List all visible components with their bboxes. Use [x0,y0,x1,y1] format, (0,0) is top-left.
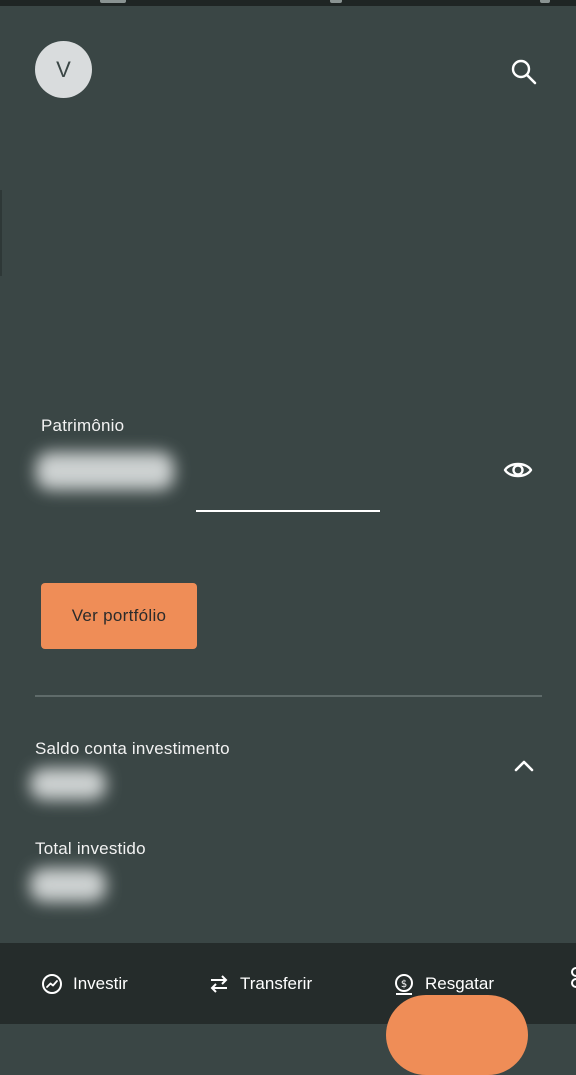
view-portfolio-button[interactable]: Ver portfólio [41,583,197,649]
search-icon [511,59,537,85]
investment-balance-value-hidden [30,768,106,800]
svg-text:$: $ [401,979,407,990]
dollar-withdraw-icon: $ [393,973,415,995]
divider [35,695,542,697]
swap-arrows-icon [208,973,230,995]
avatar-initial: V [56,56,71,82]
status-bar-fragment [540,0,550,3]
total-invested-value-hidden [30,868,106,902]
wealth-label: Patrimônio [41,416,125,435]
floating-action-button[interactable] [386,995,528,1075]
nav-label: Transferir [240,974,313,993]
wealth-value-hidden [36,452,174,490]
collapse-button[interactable] [506,750,542,782]
nav-label: Resgatar [425,974,494,993]
status-bar-fragment [330,0,342,3]
carousel-indicator [196,510,380,512]
eye-icon [503,462,533,478]
chevron-up-icon [514,760,534,772]
status-bar-fragment [100,0,126,3]
total-invested-label: Total investido [35,839,146,858]
nav-label: Investir [73,974,128,993]
toggle-visibility-button[interactable] [498,450,538,490]
nav-transferir[interactable]: Transferir [208,969,312,999]
trending-up-icon [41,973,63,995]
investment-balance-label: Saldo conta investimento [35,739,230,758]
avatar[interactable]: V [35,41,92,98]
search-button[interactable] [504,52,544,92]
edge-indicator [0,190,2,276]
nav-more-icon[interactable] [568,966,576,988]
status-bar [0,0,576,6]
nav-investir[interactable]: Investir [41,969,128,999]
